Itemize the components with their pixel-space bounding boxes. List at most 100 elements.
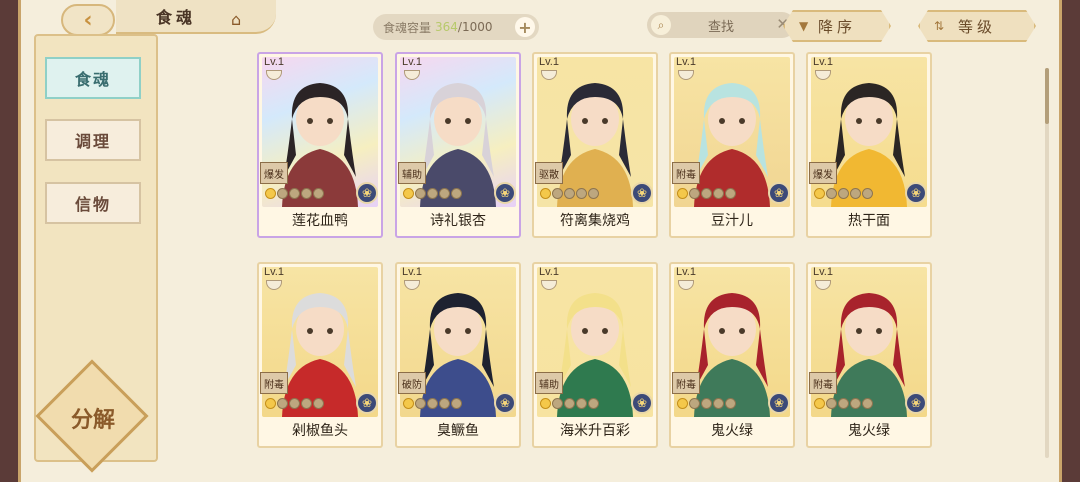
star-icon — [701, 188, 712, 199]
sort-field-label: 等级 — [957, 17, 996, 36]
star-icon — [814, 398, 825, 409]
element-badge-icon: ❀ — [356, 392, 378, 414]
food-soul-card[interactable]: Lv.1 爆发 ❀ 热干面 — [806, 52, 932, 238]
food-soul-card[interactable]: Lv.1 驱散 ❀ 符离集烧鸡 — [532, 52, 658, 238]
card-level: Lv.1 — [813, 56, 833, 68]
sidebar: 食魂 调理 信物 分解 — [34, 34, 158, 473]
star-icon — [403, 398, 414, 409]
star-rating — [677, 398, 736, 409]
star-icon — [588, 188, 599, 199]
card-name: 海米升百彩 — [560, 423, 630, 439]
star-icon — [826, 188, 837, 199]
star-icon — [439, 188, 450, 199]
triangle-down-icon: ▼ — [799, 19, 809, 33]
card-name: 鬼火绿 — [711, 423, 753, 439]
star-icon — [725, 188, 736, 199]
role-badge: 附毒 — [672, 162, 700, 184]
sidebar-tab-soul[interactable]: 食魂 — [45, 57, 141, 99]
star-icon — [451, 188, 462, 199]
element-badge-icon: ❀ — [494, 182, 516, 204]
card-level: Lv.1 — [676, 56, 696, 68]
card-name: 诗礼银杏 — [430, 213, 486, 229]
decompose-label[interactable]: 分解 — [58, 402, 128, 434]
star-icon — [838, 398, 849, 409]
star-rating — [403, 398, 462, 409]
star-icon — [313, 188, 324, 199]
scrollbar-thumb[interactable] — [1045, 68, 1049, 124]
star-icon — [415, 188, 426, 199]
card-name: 莲花血鸭 — [292, 213, 348, 229]
food-soul-card[interactable]: Lv.1 爆发 ❀ 莲花血鸭 — [257, 52, 383, 238]
card-grid: Lv.1 爆发 ❀ 莲花血鸭 Lv.1 辅助 ❀ 诗礼银杏 Lv.1 驱散 ❀ 符离集烧鸡 Lv.1 附毒… — [257, 52, 977, 452]
card-name: 鬼火绿 — [848, 423, 890, 439]
element-badge-icon: ❀ — [494, 392, 516, 414]
role-badge: 爆发 — [260, 162, 288, 184]
food-soul-card[interactable]: Lv.1 附毒 ❀ 鬼火绿 — [669, 262, 795, 448]
top-bar: ‹ 食魂 ⌂ 食魂容量 364 /1000 + ⌕ 查找 ✕ ▼ 降序 ⇅ 等级 — [21, 0, 1059, 48]
card-name: 符离集烧鸡 — [560, 213, 630, 229]
capacity-current: 364 — [435, 20, 458, 34]
star-rating — [403, 188, 462, 199]
star-rating — [540, 188, 599, 199]
star-icon — [427, 398, 438, 409]
star-icon — [725, 398, 736, 409]
star-rating — [265, 398, 324, 409]
role-badge: 破防 — [398, 372, 426, 394]
food-soul-card[interactable]: Lv.1 辅助 ❀ 诗礼银杏 — [395, 52, 521, 238]
food-soul-card[interactable]: Lv.1 辅助 ❀ 海米升百彩 — [532, 262, 658, 448]
search-icon: ⌕ — [651, 15, 671, 35]
card-level: Lv.1 — [264, 56, 284, 68]
card-level: Lv.1 — [264, 266, 284, 278]
food-soul-card[interactable]: Lv.1 附毒 ❀ 鬼火绿 — [806, 262, 932, 448]
scrollbar[interactable] — [1045, 68, 1049, 458]
star-icon — [265, 398, 276, 409]
star-icon — [403, 188, 414, 199]
star-icon — [451, 398, 462, 409]
star-icon — [713, 188, 724, 199]
back-arrow-icon: ‹ — [83, 7, 93, 33]
star-icon — [540, 188, 551, 199]
back-button[interactable]: ‹ — [61, 4, 115, 36]
card-level: Lv.1 — [402, 56, 422, 68]
star-icon — [427, 188, 438, 199]
star-icon — [301, 398, 312, 409]
role-badge: 附毒 — [809, 372, 837, 394]
capacity-display: 食魂容量 364 /1000 + — [373, 14, 539, 40]
star-icon — [289, 398, 300, 409]
star-icon — [838, 188, 849, 199]
plus-icon: + — [518, 17, 532, 37]
sidebar-tab-label: 调理 — [74, 132, 111, 151]
star-icon — [677, 398, 688, 409]
card-name: 剁椒鱼头 — [292, 423, 348, 439]
star-icon — [850, 398, 861, 409]
star-icon — [677, 188, 688, 199]
sidebar-tab-conditioning[interactable]: 调理 — [45, 119, 141, 161]
food-soul-card[interactable]: Lv.1 破防 ❀ 臭鳜鱼 — [395, 262, 521, 448]
sort-field-button[interactable]: ⇅ 等级 — [918, 10, 1036, 42]
sort-order-button[interactable]: ▼ 降序 — [783, 10, 891, 42]
card-level: Lv.1 — [402, 266, 422, 278]
star-icon — [576, 188, 587, 199]
sidebar-tab-token[interactable]: 信物 — [45, 182, 141, 224]
expand-capacity-button[interactable]: + — [515, 17, 535, 37]
card-level: Lv.1 — [539, 266, 559, 278]
food-soul-card[interactable]: Lv.1 附毒 ❀ 豆汁儿 — [669, 52, 795, 238]
card-name: 豆汁儿 — [711, 213, 753, 229]
element-badge-icon: ❀ — [905, 392, 927, 414]
food-soul-card[interactable]: Lv.1 附毒 ❀ 剁椒鱼头 — [257, 262, 383, 448]
star-rating — [265, 188, 324, 199]
star-icon — [576, 398, 587, 409]
role-badge: 附毒 — [672, 372, 700, 394]
search-input[interactable]: ⌕ 查找 ✕ — [647, 12, 795, 38]
star-icon — [564, 188, 575, 199]
star-icon — [415, 398, 426, 409]
star-rating — [814, 398, 873, 409]
star-icon — [826, 398, 837, 409]
star-icon — [540, 398, 551, 409]
star-icon — [552, 188, 563, 199]
roof-icon: ⌂ — [231, 10, 242, 29]
star-icon — [850, 188, 861, 199]
star-icon — [301, 188, 312, 199]
star-icon — [689, 398, 700, 409]
element-badge-icon: ❀ — [768, 392, 790, 414]
